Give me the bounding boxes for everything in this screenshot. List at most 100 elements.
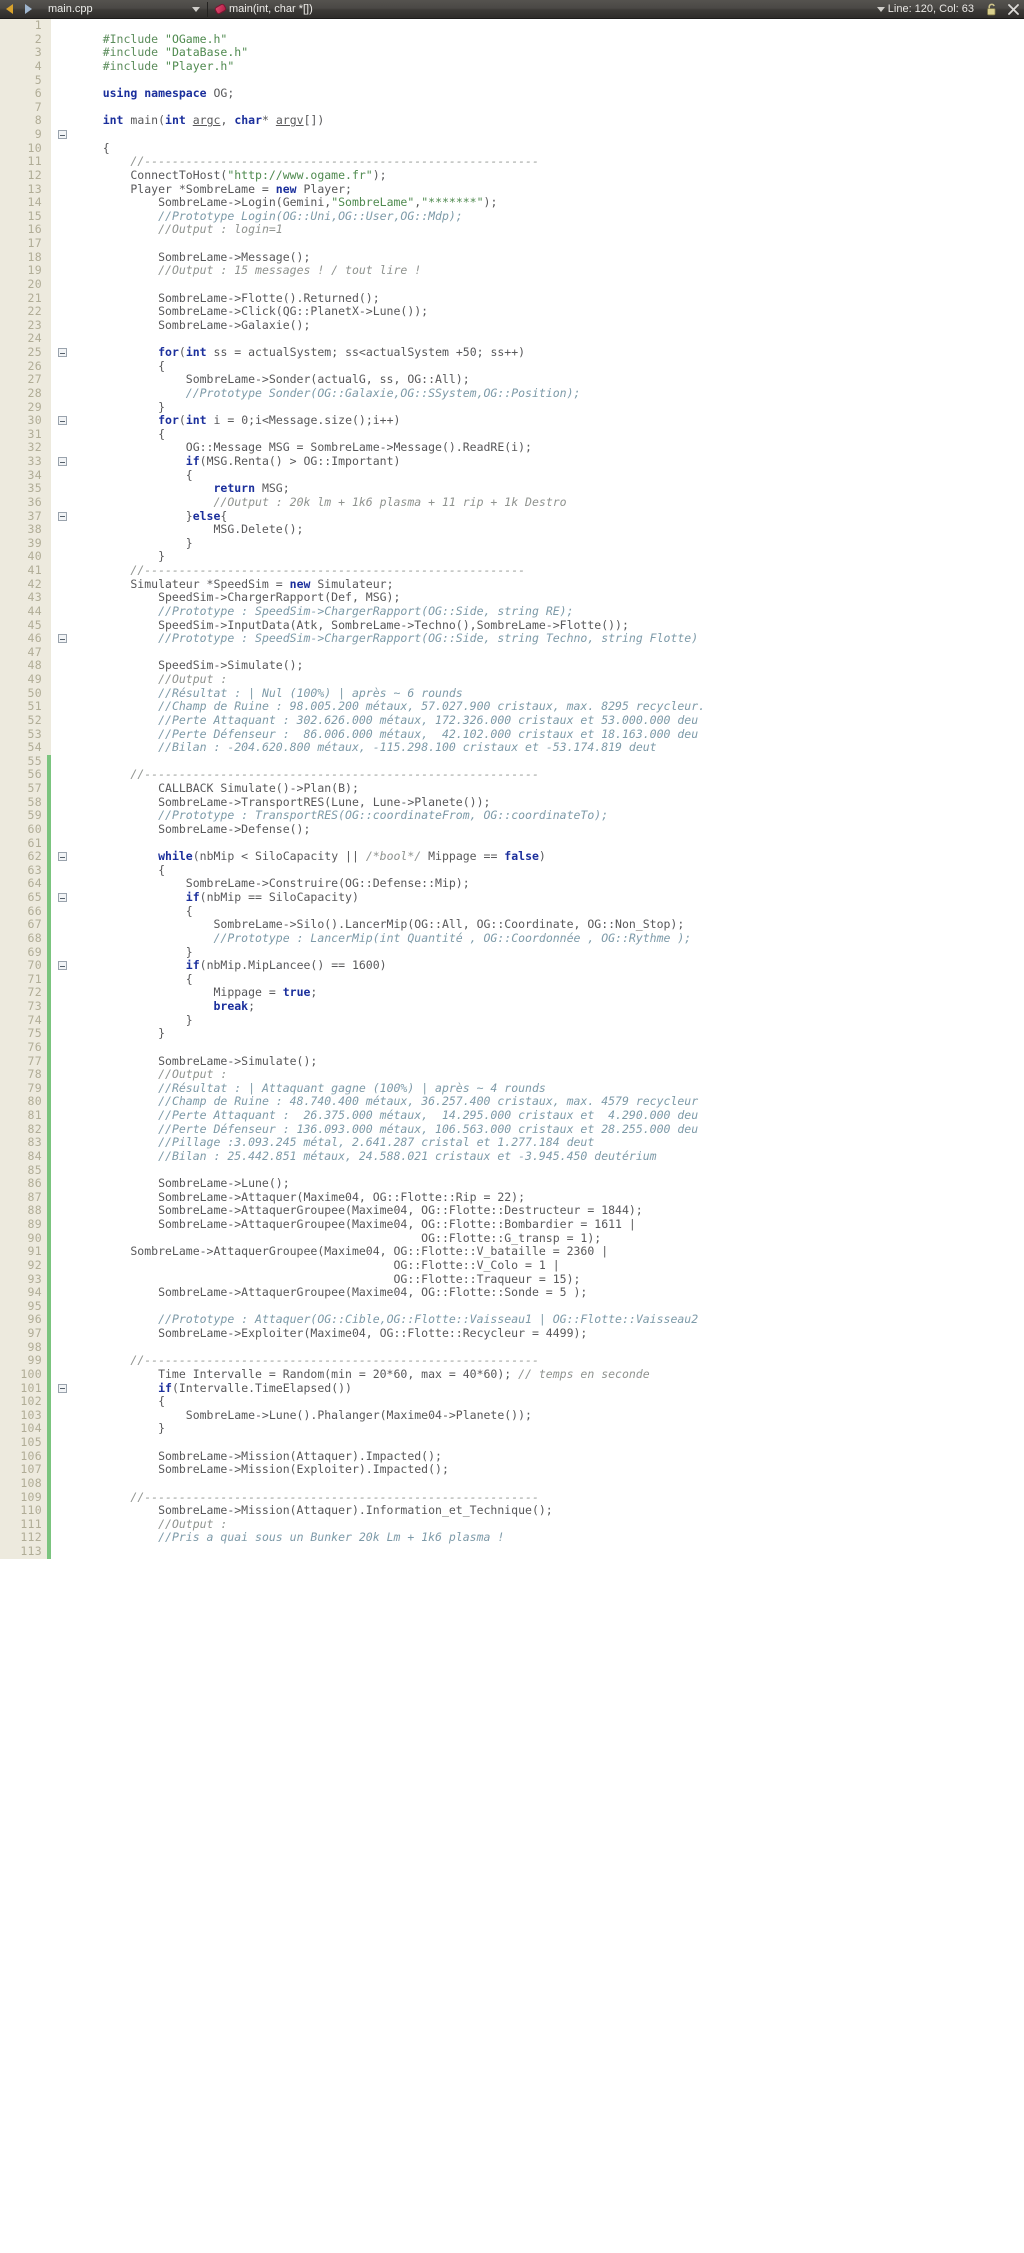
code-line[interactable]: 47 <box>0 645 1024 660</box>
code-line[interactable]: 58 SombreLame->TransportRES(Lune, Lune->… <box>0 795 1024 810</box>
code-line[interactable]: 16 //Output : login=1 <box>0 223 1024 237</box>
code-line[interactable]: 95 <box>0 1299 1024 1314</box>
code-line[interactable]: 31 { <box>0 427 1024 442</box>
code-line[interactable]: 21 SombreLame->Flotte().Returned(); <box>0 291 1024 306</box>
fold-toggle[interactable] <box>51 891 73 905</box>
fold-toggle[interactable] <box>51 632 73 646</box>
fold-toggle[interactable] <box>51 455 73 469</box>
code-line[interactable]: 107 SombreLame->Mission(Exploiter).Impac… <box>0 1463 1024 1477</box>
code-line[interactable]: 27 SombreLame->Sonder(actualG, ss, OG::A… <box>0 373 1024 387</box>
code-line[interactable]: 34 { <box>0 468 1024 483</box>
code-line[interactable]: 26 { <box>0 359 1024 374</box>
unlocked-padlock-icon[interactable] <box>982 0 1002 19</box>
code-line[interactable]: 97 SombreLame->Exploiter(Maxime04, OG::F… <box>0 1326 1024 1341</box>
code-line[interactable]: 11 //-----------------------------------… <box>0 155 1024 169</box>
code-line[interactable]: 57 CALLBACK Simulate()->Plan(B); <box>0 781 1024 796</box>
code-line[interactable]: 96 //Prototype : Attaquer(OG::Cible,OG::… <box>0 1313 1024 1327</box>
code-line[interactable]: 64 SombreLame->Construire(OG::Defense::M… <box>0 877 1024 891</box>
code-line[interactable]: 38 MSG.Delete(); <box>0 522 1024 537</box>
code-line[interactable]: 10 { <box>0 141 1024 156</box>
code-line[interactable]: 89 SombreLame->AttaquerGroupee(Maxime04,… <box>0 1217 1024 1232</box>
code-line[interactable]: 85 <box>0 1163 1024 1178</box>
fold-toggle[interactable] <box>51 850 73 864</box>
code-line[interactable]: 70 if(nbMip.MipLancee() == 1600) <box>0 958 1024 973</box>
code-line[interactable]: 5 <box>0 73 1024 88</box>
file-name-label[interactable]: main.cpp <box>38 3 188 15</box>
code-line[interactable]: 44 //Prototype : SpeedSim->ChargerRappor… <box>0 604 1024 619</box>
code-line[interactable]: 80 //Champ de Ruine : 48.740.400 métaux,… <box>0 1095 1024 1109</box>
code-line[interactable]: 18 SombreLame->Message(); <box>0 250 1024 265</box>
code-line[interactable]: 50 //Résultat : | Nul (100%) | après ~ 6… <box>0 686 1024 701</box>
code-line[interactable]: 29 } <box>0 400 1024 415</box>
code-line[interactable]: 35 return MSG; <box>0 482 1024 496</box>
symbol-name-label[interactable]: main(int, char *[]) <box>229 3 313 15</box>
code-line[interactable]: 68 //Prototype : LancerMip(int Quantité … <box>0 931 1024 946</box>
code-line[interactable]: 98 <box>0 1340 1024 1355</box>
code-line[interactable]: 3 #include "DataBase.h" <box>0 46 1024 60</box>
code-line[interactable]: 108 <box>0 1476 1024 1491</box>
code-line[interactable]: 94 SombreLame->AttaquerGroupee(Maxime04,… <box>0 1285 1024 1300</box>
code-line[interactable]: 93 OG::Flotte::Traqueur = 15); <box>0 1272 1024 1287</box>
code-line[interactable]: 30 for(int i = 0;i<Message.size();i++) <box>0 413 1024 428</box>
code-line[interactable]: 39 } <box>0 536 1024 551</box>
code-line[interactable]: 65 if(nbMip == SiloCapacity) <box>0 890 1024 905</box>
code-line[interactable]: 25 for(int ss = actualSystem; ss<actualS… <box>0 345 1024 360</box>
code-line[interactable]: 112 //Pris a quai sous un Bunker 20k Lm … <box>0 1531 1024 1545</box>
code-line[interactable]: 86 SombreLame->Lune(); <box>0 1176 1024 1191</box>
code-line[interactable]: 42 Simulateur *SpeedSim = new Simulateur… <box>0 577 1024 592</box>
code-line[interactable]: 84 //Bilan : 25.442.851 métaux, 24.588.0… <box>0 1149 1024 1164</box>
code-line[interactable]: 20 <box>0 277 1024 292</box>
code-line[interactable]: 78 //Output : <box>0 1067 1024 1082</box>
code-line[interactable]: 61 <box>0 836 1024 851</box>
code-line[interactable]: 52 //Perte Attaquant : 302.626.000 métau… <box>0 713 1024 728</box>
code-line[interactable]: 110 SombreLame->Mission(Attaquer).Inform… <box>0 1503 1024 1518</box>
code-line[interactable]: 87 SombreLame->Attaquer(Maxime04, OG::Fl… <box>0 1190 1024 1205</box>
code-line[interactable]: 54 //Bilan : -204.620.800 métaux, -115.2… <box>0 740 1024 755</box>
code-line[interactable]: 56 //-----------------------------------… <box>0 768 1024 782</box>
code-line[interactable]: 17 <box>0 236 1024 251</box>
code-line[interactable]: 41 //-----------------------------------… <box>0 563 1024 578</box>
code-line[interactable]: 82 //Perte Défenseur : 136.093.000 métau… <box>0 1122 1024 1137</box>
code-line[interactable]: 43 SpeedSim->ChargerRapport(Def, MSG); <box>0 591 1024 605</box>
code-line[interactable]: 2 #Include "OGame.h" <box>0 32 1024 47</box>
code-line[interactable]: 22 SombreLame->Click(QG::PlanetX->Lune()… <box>0 304 1024 319</box>
code-line[interactable]: 9 <box>0 127 1024 142</box>
code-line[interactable]: 67 SombreLame->Silo().LancerMip(OG::All,… <box>0 918 1024 932</box>
code-line[interactable]: 79 //Résultat : | Attaquant gagne (100%)… <box>0 1081 1024 1096</box>
code-line[interactable]: 6 using namespace OG; <box>0 86 1024 101</box>
code-line[interactable]: 105 <box>0 1435 1024 1450</box>
code-line[interactable]: 104 } <box>0 1422 1024 1436</box>
code-line[interactable]: 99 //-----------------------------------… <box>0 1354 1024 1368</box>
code-line[interactable]: 77 SombreLame->Simulate(); <box>0 1054 1024 1069</box>
code-line[interactable]: 59 //Prototype : TransportRES(OG::coordi… <box>0 809 1024 823</box>
fold-toggle[interactable] <box>51 509 73 524</box>
fold-toggle[interactable] <box>51 414 73 428</box>
file-dropdown-button[interactable] <box>188 6 204 12</box>
code-line[interactable]: 100 Time Intervalle = Random(min = 20*60… <box>0 1367 1024 1382</box>
code-line[interactable]: 37 }else{ <box>0 509 1024 524</box>
code-line[interactable]: 32 OG::Message MSG = SombreLame->Message… <box>0 441 1024 455</box>
code-line[interactable]: 40 } <box>0 550 1024 564</box>
code-editor[interactable]: 1 2 #Include "OGame.h" 3 #include "DataBa… <box>0 19 1024 2253</box>
code-line[interactable]: 111 //Output : <box>0 1517 1024 1532</box>
code-line[interactable]: 106 SombreLame->Mission(Attaquer).Impact… <box>0 1449 1024 1464</box>
code-line[interactable]: 76 <box>0 1040 1024 1055</box>
code-line[interactable]: 103 SombreLame->Lune().Phalanger(Maxime0… <box>0 1408 1024 1423</box>
code-line[interactable]: 63 { <box>0 863 1024 878</box>
code-line[interactable]: 53 //Perte Défenseur : 86.006.000 métaux… <box>0 727 1024 742</box>
code-line[interactable]: 72 Mippage = true; <box>0 986 1024 1000</box>
forward-button[interactable] <box>19 0 38 19</box>
code-line[interactable]: 91 SombreLame->AttaquerGroupee(Maxime04,… <box>0 1245 1024 1259</box>
code-line[interactable]: 90 OG::Flotte::G_transp = 1); <box>0 1231 1024 1246</box>
code-line[interactable]: 12 ConnectToHost("http://www.ogame.fr"); <box>0 168 1024 183</box>
code-line[interactable]: 74 } <box>0 1013 1024 1028</box>
code-line[interactable]: 15 //Prototype Login(OG::Uni,OG::User,OG… <box>0 209 1024 224</box>
code-line[interactable]: 28 //Prototype Sonder(OG::Galaxie,OG::SS… <box>0 386 1024 401</box>
code-line[interactable]: 23 SombreLame->Galaxie(); <box>0 318 1024 333</box>
code-line[interactable]: 14 SombreLame->Login(Gemini,"SombreLame"… <box>0 195 1024 210</box>
code-line[interactable]: 33 if(MSG.Renta() > OG::Important) <box>0 454 1024 469</box>
code-line[interactable]: 75 } <box>0 1027 1024 1041</box>
code-line[interactable]: 88 SombreLame->AttaquerGroupee(Maxime04,… <box>0 1204 1024 1218</box>
code-line[interactable]: 46 //Prototype : SpeedSim->ChargerRappor… <box>0 631 1024 646</box>
code-line[interactable]: 83 //Pillage :3.093.245 métal, 2.641.287… <box>0 1136 1024 1150</box>
